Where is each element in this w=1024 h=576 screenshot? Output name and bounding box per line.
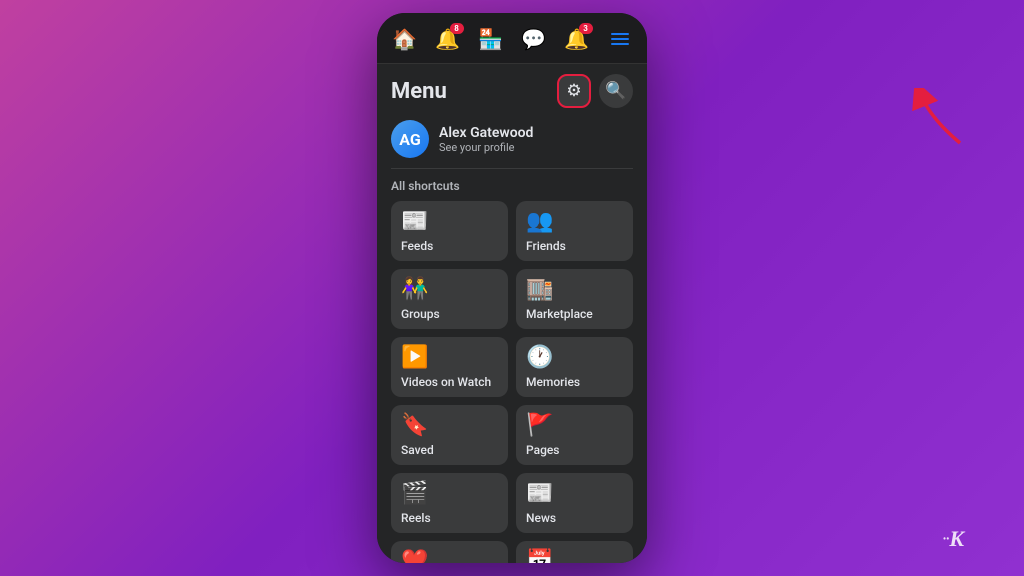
profile-row[interactable]: AG Alex Gatewood See your profile [377,114,647,168]
nav-menu[interactable] [602,21,638,57]
feeds-icon: 📰 [401,211,428,233]
home-icon: 🏠 [392,27,417,51]
memories-label: Memories [526,375,580,389]
shortcut-pages[interactable]: 🚩 Pages [516,405,633,465]
marketplace-icon: 🏬 [526,279,553,301]
shortcut-friends[interactable]: 👥 Friends [516,201,633,261]
memories-icon: 🕐 [526,347,553,369]
shortcut-dating[interactable]: ❤️ Dating [391,541,508,563]
menu-header: Menu ⚙ 🔍 [377,64,647,114]
marketplace-label: Marketplace [526,307,593,321]
settings-button[interactable]: ⚙ [557,74,591,108]
phone-container: 🏠 🔔 8 🏪 💬 🔔 3 Menu ⚙ [377,13,647,563]
nav-messenger[interactable]: 💬 [516,21,552,57]
menu-panel: Menu ⚙ 🔍 AG Alex Gatewood See your profi… [377,64,647,563]
profile-sub: See your profile [439,141,533,154]
friends-icon: 👥 [526,211,553,233]
menu-title: Menu [391,79,447,104]
watermark: ••K [943,526,964,552]
profile-name: Alex Gatewood [439,125,533,141]
shortcut-feeds[interactable]: 📰 Feeds [391,201,508,261]
videos-icon: ▶️ [401,347,428,369]
events-icon: 📅 [526,551,553,563]
arrow-annotation [910,88,980,152]
header-icons: ⚙ 🔍 [557,74,633,108]
news-icon: 📰 [526,483,553,505]
shortcut-videos-on-watch[interactable]: ▶️ Videos on Watch [391,337,508,397]
videos-label: Videos on Watch [401,375,491,389]
shortcut-reels[interactable]: 🎬 Reels [391,473,508,533]
shortcut-events[interactable]: 📅 Events [516,541,633,563]
shortcut-memories[interactable]: 🕐 Memories [516,337,633,397]
news-label: News [526,511,556,525]
reels-icon: 🎬 [401,483,428,505]
shortcut-news[interactable]: 📰 News [516,473,633,533]
nav-notifications[interactable]: 🔔 8 [430,21,466,57]
section-label: All shortcuts [377,177,647,201]
shortcut-marketplace[interactable]: 🏬 Marketplace [516,269,633,329]
settings-icon: ⚙ [566,81,581,101]
pages-label: Pages [526,443,559,457]
shortcut-groups[interactable]: 👫 Groups [391,269,508,329]
pages-icon: 🚩 [526,415,553,437]
nav-alerts[interactable]: 🔔 3 [559,21,595,57]
hamburger-icon [611,33,629,45]
feeds-label: Feeds [401,239,433,253]
search-icon: 🔍 [605,81,626,101]
alerts-badge: 3 [579,23,593,34]
divider [391,168,633,169]
nav-shop[interactable]: 🏪 [473,21,509,57]
profile-info: Alex Gatewood See your profile [439,125,533,154]
nav-home[interactable]: 🏠 [387,21,423,57]
shop-icon: 🏪 [478,27,503,51]
top-nav: 🏠 🔔 8 🏪 💬 🔔 3 [377,13,647,64]
shortcuts-grid: 📰 Feeds 👥 Friends 👫 Groups 🏬 Marketplace… [377,201,647,563]
friends-label: Friends [526,239,566,253]
notification-badge: 8 [450,23,464,34]
shortcut-saved[interactable]: 🔖 Saved [391,405,508,465]
reels-label: Reels [401,511,431,525]
saved-icon: 🔖 [401,415,428,437]
messenger-icon: 💬 [521,27,546,51]
search-button[interactable]: 🔍 [599,74,633,108]
dating-icon: ❤️ [401,551,428,563]
groups-icon: 👫 [401,279,428,301]
saved-label: Saved [401,443,434,457]
groups-label: Groups [401,307,440,321]
avatar: AG [391,120,429,158]
